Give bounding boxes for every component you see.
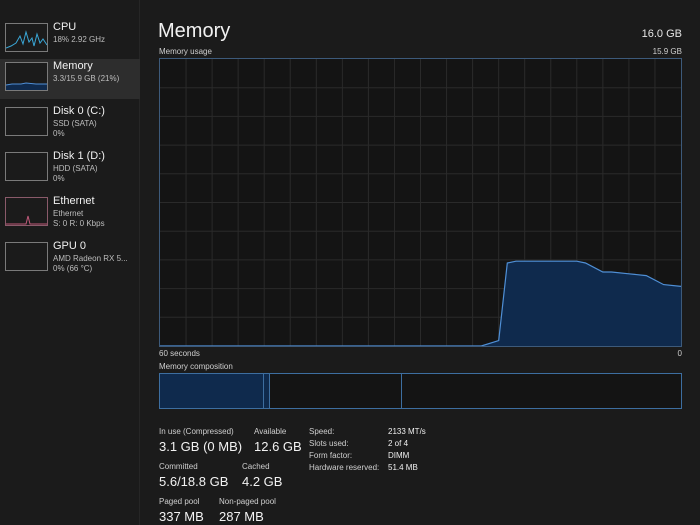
memory-composition-bar: [159, 373, 682, 409]
paged-pool-label: Paged pool: [159, 497, 200, 506]
committed-value: 5.6/18.8 GB: [159, 474, 229, 489]
main-panel: Memory 16.0 GB Memory usage 15.9 GB 60 s…: [140, 0, 700, 525]
speed-value: 2133 MT/s: [388, 427, 426, 436]
x-axis-right-label: 0: [677, 349, 682, 358]
in-use-label: In use (Compressed): [159, 427, 234, 436]
sidebar-item-throughput: S: 0 R: 0 Kbps: [53, 219, 105, 228]
cpu-thumbnail-graph: [5, 23, 48, 52]
cached-label: Cached: [242, 462, 270, 471]
composition-label: Memory composition: [159, 362, 233, 371]
available-value: 12.6 GB: [254, 439, 302, 454]
sidebar-item-usage: 0% (66 °C): [53, 264, 93, 273]
sidebar-item-subtitle: AMD Radeon RX 5...: [53, 254, 128, 263]
usage-graph-label: Memory usage: [159, 47, 212, 56]
slots-value: 2 of 4: [388, 439, 409, 448]
memory-usage-graph: [159, 58, 682, 347]
usage-graph-max: 15.9 GB: [652, 47, 682, 56]
page-title: Memory: [158, 20, 231, 42]
hardware-reserved-label: Hardware reserved:: [309, 463, 380, 472]
gpu-thumbnail-graph: [5, 242, 48, 271]
form-factor-value: DIMM: [388, 451, 410, 460]
sidebar-item-subtitle: Ethernet: [53, 209, 84, 218]
sidebar-item-cpu[interactable]: CPU 18% 2.92 GHz: [0, 20, 140, 60]
sidebar-item-subtitle: 18% 2.92 GHz: [53, 35, 106, 44]
disk1-thumbnail-graph: [5, 152, 48, 181]
sidebar-item-title: GPU 0: [53, 240, 87, 252]
sidebar-item-title: Disk 1 (D:): [53, 150, 105, 162]
slots-label: Slots used:: [309, 439, 349, 448]
sidebar-item-subtitle: SSD (SATA): [53, 119, 97, 128]
x-axis-left-label: 60 seconds: [159, 349, 200, 358]
composition-in-use: [160, 374, 264, 408]
nonpaged-pool-label: Non-paged pool: [219, 497, 276, 506]
paged-pool-value: 337 MB: [159, 509, 204, 524]
composition-standby: [270, 374, 402, 408]
sidebar: CPU 18% 2.92 GHz Memory 3.3/15.9 GB (21%…: [0, 0, 140, 525]
committed-label: Committed: [159, 462, 198, 471]
sidebar-item-disk0[interactable]: Disk 0 (C:) SSD (SATA) 0%: [0, 104, 140, 144]
speed-label: Speed:: [309, 427, 335, 436]
memory-usage-chart: [160, 59, 681, 346]
form-factor-label: Form factor:: [309, 451, 353, 460]
in-use-value: 3.1 GB (0 MB): [159, 439, 243, 454]
memory-thumbnail-graph: [5, 62, 48, 91]
sidebar-item-subtitle: HDD (SATA): [53, 164, 98, 173]
available-label: Available: [254, 427, 287, 436]
sidebar-item-usage: 0%: [53, 174, 65, 183]
total-memory: 16.0 GB: [641, 28, 682, 40]
composition-free: [402, 374, 681, 408]
sidebar-item-subtitle: 3.3/15.9 GB (21%): [53, 74, 120, 83]
sidebar-item-memory[interactable]: Memory 3.3/15.9 GB (21%): [0, 59, 140, 99]
sidebar-item-gpu0[interactable]: GPU 0 AMD Radeon RX 5... 0% (66 °C): [0, 239, 140, 279]
sidebar-item-title: Disk 0 (C:): [53, 105, 105, 117]
cached-value: 4.2 GB: [242, 474, 283, 489]
sidebar-item-title: Ethernet: [53, 195, 95, 207]
hardware-reserved-value: 51.4 MB: [388, 463, 418, 472]
sidebar-item-usage: 0%: [53, 129, 65, 138]
sidebar-item-ethernet[interactable]: Ethernet Ethernet S: 0 R: 0 Kbps: [0, 194, 140, 234]
sidebar-item-disk1[interactable]: Disk 1 (D:) HDD (SATA) 0%: [0, 149, 140, 189]
sidebar-item-title: Memory: [53, 60, 93, 72]
ethernet-thumbnail-graph: [5, 197, 48, 226]
nonpaged-pool-value: 287 MB: [219, 509, 264, 524]
sidebar-item-title: CPU: [53, 21, 77, 33]
disk0-thumbnail-graph: [5, 107, 48, 136]
